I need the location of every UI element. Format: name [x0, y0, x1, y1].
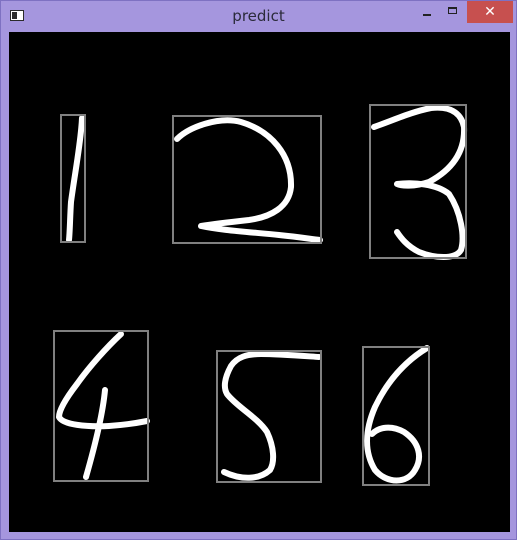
- drawing-canvas[interactable]: [9, 32, 510, 532]
- digit-4-stroke: [56, 331, 150, 480]
- digit-3-stroke: [371, 104, 468, 260]
- close-button[interactable]: ✕: [467, 1, 513, 23]
- digit-1-stroke: [66, 115, 85, 243]
- close-icon: ✕: [484, 4, 496, 20]
- digit-5-bounding-box: [216, 350, 322, 483]
- digit-5-stroke: [221, 351, 322, 481]
- digit-6-stroke: [364, 345, 430, 484]
- maximize-button[interactable]: [440, 1, 466, 23]
- digits-drawing: [53, 104, 468, 486]
- digit-2-bounding-box: [172, 115, 322, 244]
- minimize-button[interactable]: [414, 1, 440, 23]
- title-bar[interactable]: predict ✕: [1, 1, 516, 31]
- predict-window: predict ✕: [0, 0, 517, 540]
- digit-2-stroke: [174, 117, 323, 243]
